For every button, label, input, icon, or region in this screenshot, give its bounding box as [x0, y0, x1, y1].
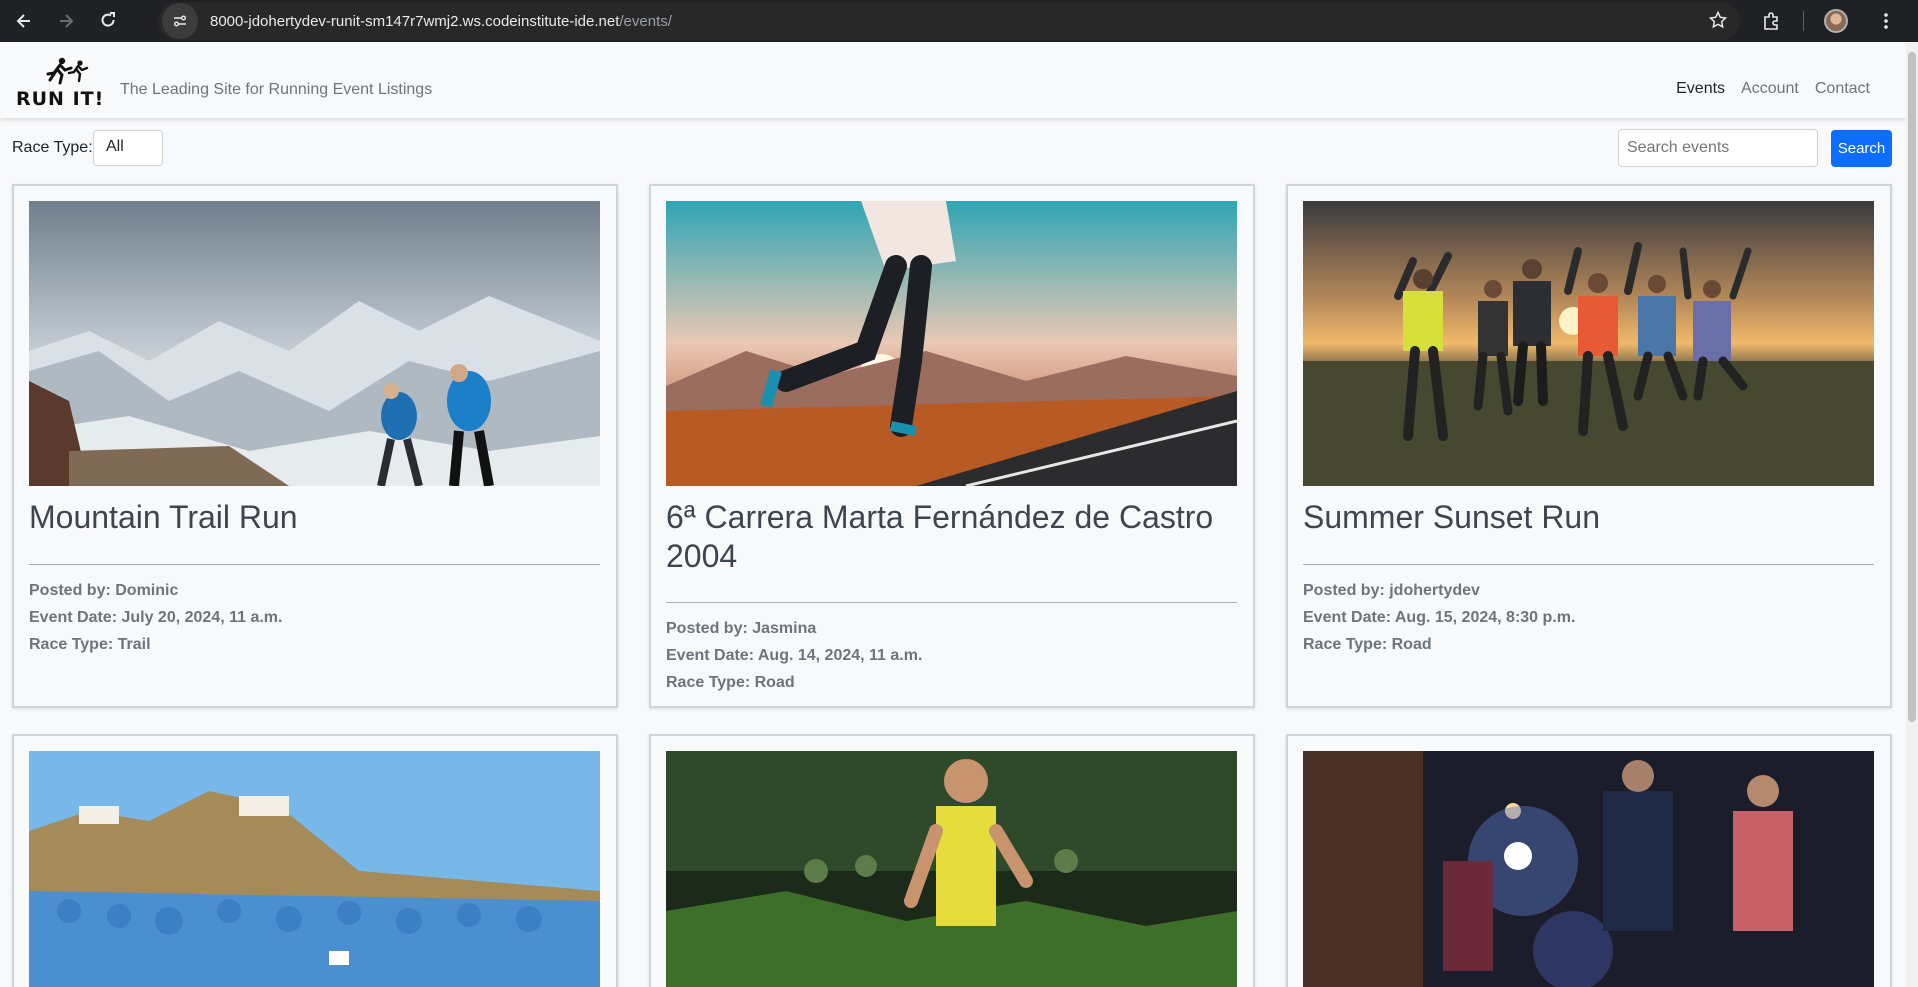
bookmark-star-icon[interactable]: [1708, 10, 1728, 35]
event-meta: Posted by: Dominic Event Date: July 20, …: [29, 577, 282, 658]
event-title[interactable]: Mountain Trail Run: [29, 498, 600, 537]
event-card[interactable]: Mountain Trail Run Posted by: Dominic Ev…: [12, 184, 618, 708]
search-button[interactable]: Search: [1831, 130, 1892, 167]
site-navbar: RUN IT! The Leading Site for Running Eve…: [0, 42, 1906, 118]
event-race-type: Race Type: Road: [1303, 636, 1432, 653]
event-card[interactable]: [12, 734, 618, 987]
event-image[interactable]: [1303, 751, 1874, 987]
menu-kebab-icon[interactable]: [1868, 3, 1904, 39]
nav-link-account[interactable]: Account: [1741, 80, 1799, 98]
event-card[interactable]: Summer Sunset Run Posted by: jdohertydev…: [1286, 184, 1892, 708]
nav-link-events[interactable]: Events: [1676, 80, 1725, 98]
profile-avatar[interactable]: [1818, 3, 1854, 39]
search-input[interactable]: [1618, 129, 1818, 167]
card-divider: [1303, 564, 1874, 565]
url-host: 8000-jdohertydev-runit-sm147r7wmj2.ws.co…: [210, 12, 620, 30]
url-text: 8000-jdohertydev-runit-sm147r7wmj2.ws.co…: [210, 13, 672, 30]
event-date: Event Date: July 20, 2024, 11 a.m.: [29, 609, 283, 626]
avatar: [1824, 9, 1848, 33]
nav-link-contact[interactable]: Contact: [1815, 80, 1870, 98]
runner-logo-icon: [46, 57, 89, 85]
logo-text: RUN IT!: [16, 88, 105, 110]
event-card[interactable]: 6ª Carrera Marta Fernández de Castro 200…: [649, 184, 1255, 708]
event-image[interactable]: [1303, 201, 1874, 486]
address-bar[interactable]: 8000-jdohertydev-runit-sm147r7wmj2.ws.co…: [158, 2, 1740, 40]
toolbar-separator: [1803, 11, 1804, 31]
event-meta: Posted by: jdohertydev Event Date: Aug. …: [1303, 577, 1575, 658]
site-tagline: The Leading Site for Running Event Listi…: [120, 81, 433, 98]
event-card[interactable]: [1286, 734, 1892, 987]
reload-icon[interactable]: [90, 3, 126, 39]
event-race-type: Race Type: Road: [666, 674, 795, 691]
forward-icon[interactable]: [48, 3, 84, 39]
browser-toolbar: 8000-jdohertydev-runit-sm147r7wmj2.ws.co…: [0, 0, 1918, 42]
event-meta: Posted by: Jasmina Event Date: Aug. 14, …: [666, 615, 922, 696]
event-image[interactable]: [29, 201, 600, 486]
back-icon[interactable]: [6, 3, 42, 39]
event-date: Event Date: Aug. 14, 2024, 11 a.m.: [666, 647, 923, 664]
extensions-icon[interactable]: [1753, 3, 1789, 39]
event-image[interactable]: [666, 201, 1237, 486]
card-divider: [666, 602, 1237, 603]
event-title[interactable]: Summer Sunset Run: [1303, 498, 1874, 537]
event-image[interactable]: [666, 751, 1237, 987]
race-type-label: Race Type:: [12, 139, 93, 156]
event-image[interactable]: [29, 751, 600, 987]
site-info-icon[interactable]: [162, 3, 198, 39]
event-posted-by: Posted by: jdohertydev: [1303, 582, 1480, 599]
card-divider: [29, 564, 600, 565]
event-card[interactable]: [649, 734, 1255, 987]
event-posted-by: Posted by: Dominic: [29, 582, 179, 599]
page-scrollbar[interactable]: [1906, 42, 1918, 987]
event-title[interactable]: 6ª Carrera Marta Fernández de Castro 200…: [666, 498, 1237, 576]
event-race-type: Race Type: Trail: [29, 636, 151, 653]
race-type-select[interactable]: All: [93, 130, 163, 166]
scrollbar-thumb[interactable]: [1908, 52, 1916, 722]
event-posted-by: Posted by: Jasmina: [666, 620, 817, 637]
url-path: /events/: [619, 12, 672, 30]
main-nav: Events Account Contact: [1676, 80, 1870, 98]
event-date: Event Date: Aug. 15, 2024, 8:30 p.m.: [1303, 609, 1576, 626]
